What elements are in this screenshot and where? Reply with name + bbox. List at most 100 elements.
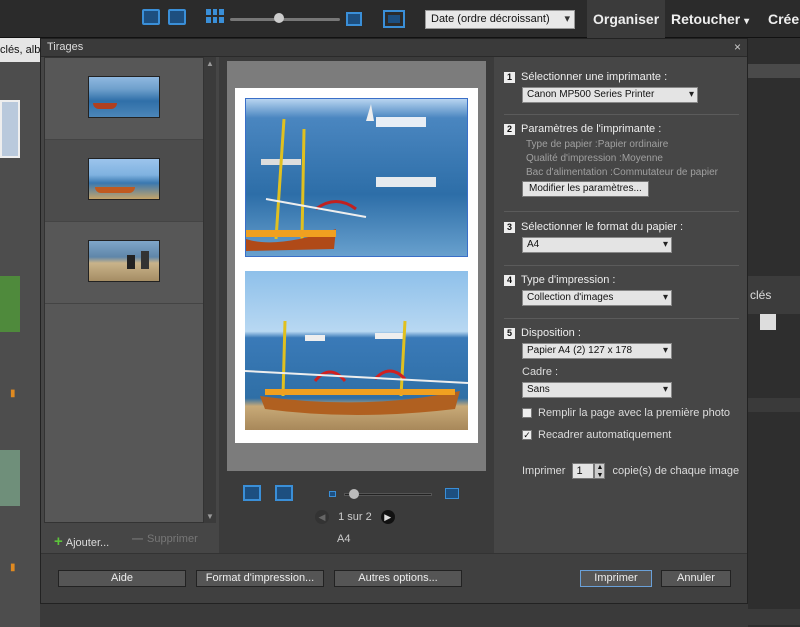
step-title: Paramètres de l'imprimante : <box>521 123 662 135</box>
scroll-down-icon[interactable]: ▼ <box>206 512 214 521</box>
minus-icon: — <box>132 533 143 545</box>
copies-label: Imprimer <box>522 464 566 477</box>
thumbnail-item[interactable] <box>45 222 203 304</box>
help-button[interactable]: Aide <box>58 570 186 587</box>
rotate-right-icon[interactable] <box>168 9 188 27</box>
paper-feed-info: Bac d'alimentation :Commutateur de papie… <box>526 167 719 178</box>
close-button[interactable]: × <box>734 40 741 54</box>
rotate-left-icon[interactable] <box>243 485 261 501</box>
step-title: Disposition : <box>521 327 581 339</box>
zoom-slider-handle[interactable] <box>274 13 284 23</box>
print-settings-panel: 1 Sélectionner une imprimante : Canon MP5… <box>496 57 747 553</box>
rotate-right-icon[interactable] <box>275 485 293 501</box>
thumbnail-actions: + Ajouter... — Supprimer <box>44 525 216 553</box>
preview-zoom-handle[interactable] <box>349 489 359 499</box>
step-number: 4 <box>504 275 515 286</box>
step-number: 3 <box>504 222 515 233</box>
tab-retoucher[interactable]: Retoucher ▾ <box>665 0 760 38</box>
lock-icon: ▮ <box>10 388 16 399</box>
preview-frame <box>227 61 486 471</box>
print-preview-area: ◀ 1 sur 2 ▶ A4 <box>219 57 494 553</box>
chevron-down-icon: ▾ <box>744 16 750 27</box>
print-type-select[interactable]: Collection d'images <box>522 290 672 306</box>
page-navigation: ◀ 1 sur 2 ▶ <box>315 510 395 524</box>
divider <box>504 114 739 115</box>
sort-select[interactable]: Date (ordre décroissant) <box>425 10 575 29</box>
auto-crop-checkbox[interactable]: ✓ Recadrer automatiquement <box>522 429 671 441</box>
fill-page-checkbox[interactable]: Remplir la page avec la première photo <box>522 407 730 419</box>
preview-paper <box>235 88 478 443</box>
background-thumbnail <box>0 276 20 332</box>
frame-select[interactable]: Sans <box>522 382 672 398</box>
step-title: Sélectionner une imprimante : <box>521 71 668 83</box>
layout-select[interactable]: Papier A4 (2) 127 x 178 <box>522 343 672 359</box>
step-title: Type d'impression : <box>521 274 616 286</box>
portrait-icon <box>760 314 776 330</box>
background-label: clés <box>750 288 772 302</box>
large-thumbnail-icon[interactable] <box>346 12 362 26</box>
person-shape <box>141 251 149 269</box>
thumbnail-item[interactable] <box>45 140 203 222</box>
page-info: 1 sur 2 <box>338 510 372 523</box>
frame-label: Cadre : <box>522 366 559 378</box>
remove-photo-label: Supprimer <box>147 533 198 545</box>
checkmark-icon: ✓ <box>522 430 532 441</box>
add-photo-button[interactable]: + Ajouter... <box>54 533 109 550</box>
preview-photo[interactable] <box>245 271 468 430</box>
boats-photo-image <box>246 99 467 256</box>
print-button[interactable]: Imprimer <box>580 570 652 587</box>
background-section: clés <box>748 276 800 314</box>
zoom-in-icon[interactable] <box>445 488 459 499</box>
print-format-button[interactable]: Format d'impression... <box>196 570 324 587</box>
paper-size-label: A4 <box>337 533 351 545</box>
background-thumbnail <box>0 450 20 506</box>
dialog-title: Tirages <box>47 41 84 53</box>
top-toolbar: Date (ordre décroissant) Organiser Retou… <box>0 0 800 38</box>
step-print-type: 4 Type d'impression : <box>504 274 739 286</box>
thumbnail-image <box>88 158 160 200</box>
more-options-button[interactable]: Autres options... <box>334 570 462 587</box>
remove-photo-button[interactable]: — Supprimer <box>132 533 198 545</box>
step-number: 5 <box>504 328 515 339</box>
zoom-out-icon[interactable] <box>329 491 336 497</box>
thumbnail-scrollbar[interactable]: ▲ ▼ <box>204 57 216 523</box>
printer-select[interactable]: Canon MP500 Series Printer <box>522 87 698 103</box>
background-bar <box>748 64 800 78</box>
background-filmstrip <box>40 604 748 627</box>
modify-settings-button[interactable]: Modifier les paramètres... <box>522 181 649 197</box>
divider <box>504 211 739 212</box>
copies-stepper[interactable]: ▲ ▼ <box>594 463 606 479</box>
zoom-slider-track[interactable] <box>230 18 340 21</box>
paper-type-info: Type de papier :Papier ordinaire <box>526 139 669 150</box>
background-photo-browser: ▮ ▮ <box>0 38 40 627</box>
lock-icon: ▮ <box>10 562 16 573</box>
boat-shape <box>95 187 135 193</box>
paper-size-select[interactable]: A4 <box>522 237 672 253</box>
previous-page-icon[interactable]: ◀ <box>315 510 329 524</box>
divider <box>504 265 739 266</box>
thumbnail-image <box>88 76 160 118</box>
tab-creer[interactable]: Crée <box>762 0 800 38</box>
background-bar <box>748 398 800 412</box>
print-quality-info: Qualité d'impression :Moyenne <box>526 153 663 164</box>
thumbnail-item[interactable] <box>45 58 203 140</box>
step-title: Sélectionner le format du papier : <box>521 221 684 233</box>
scroll-up-icon[interactable]: ▲ <box>206 59 214 68</box>
step-number: 1 <box>504 72 515 83</box>
fullscreen-icon[interactable] <box>383 10 405 28</box>
photo-thumbnail-list <box>44 57 204 523</box>
copies-suffix: copie(s) de chaque image <box>612 464 740 477</box>
thumbnail-image <box>88 240 160 282</box>
tab-organiser[interactable]: Organiser <box>587 0 665 38</box>
background-panel-header: clés, albu <box>0 38 40 62</box>
copies-input[interactable]: 1 <box>572 463 595 479</box>
grid-view-icon[interactable] <box>206 9 226 27</box>
preview-photo[interactable] <box>245 98 468 257</box>
cancel-button[interactable]: Annuler <box>661 570 731 587</box>
dialog-footer: Aide Format d'impression... Autres optio… <box>41 553 747 603</box>
copies-row: Imprimer 1 ▲ ▼ copie(s) de chaque image <box>522 463 739 479</box>
background-right-panel: clés Balises intelligentes <box>618 38 800 627</box>
boat-beach-photo-image <box>245 271 468 430</box>
next-page-icon[interactable]: ▶ <box>380 510 395 524</box>
rotate-left-icon[interactable] <box>142 9 162 27</box>
